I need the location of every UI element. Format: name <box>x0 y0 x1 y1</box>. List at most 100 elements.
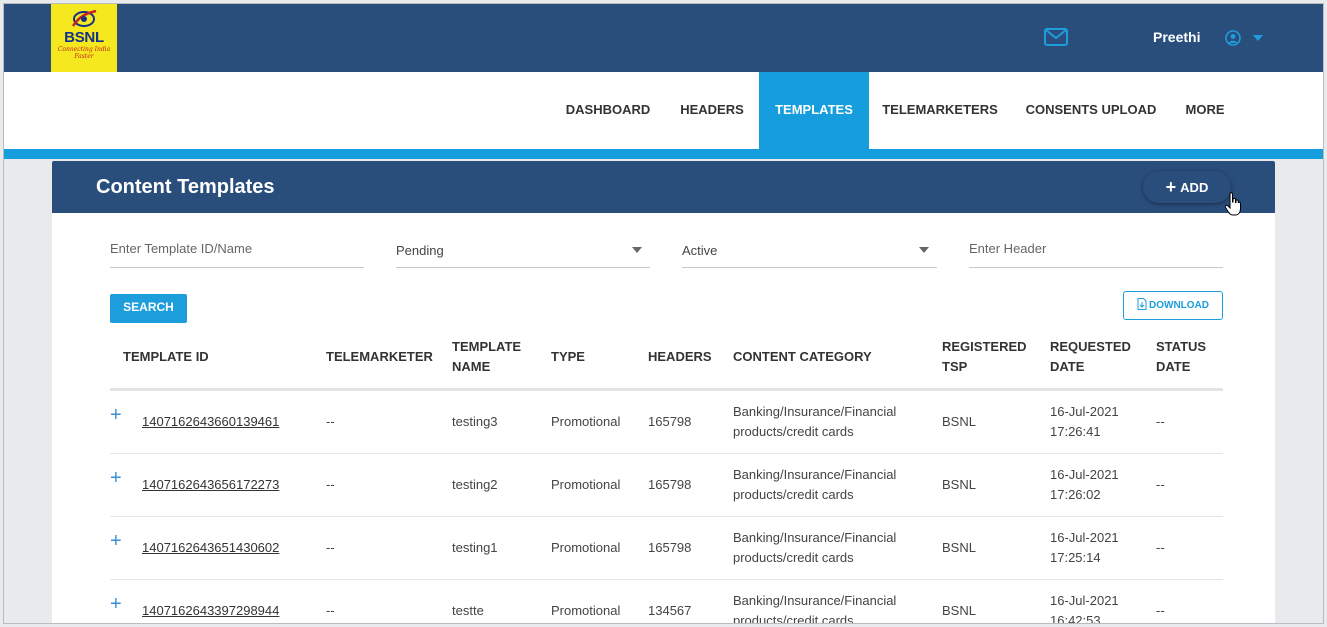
requested-time: 17:25:14 <box>1050 550 1101 565</box>
requested-date: 16-Jul-2021 <box>1050 404 1119 419</box>
cell-type: Promotional <box>551 414 621 429</box>
app-window: BSNL Connecting India Faster Preethi DAS… <box>3 3 1324 624</box>
requested-date: 16-Jul-2021 <box>1050 530 1119 545</box>
nav-headers[interactable]: HEADERS <box>672 72 752 149</box>
cell-telemarketer: -- <box>326 603 335 618</box>
expand-plus-icon[interactable]: + <box>110 531 122 551</box>
cell-template-name: testing2 <box>452 477 498 492</box>
user-circle-icon[interactable] <box>1225 30 1241 46</box>
search-button[interactable]: SEARCH <box>110 294 187 323</box>
cell-content-category: Banking/Insurance/Financial products/cred… <box>733 402 896 442</box>
category-line2: products/credit cards <box>733 550 854 565</box>
requested-date: 16-Jul-2021 <box>1050 467 1119 482</box>
col-header-line1: TYPE <box>551 349 585 364</box>
cell-telemarketer: -- <box>326 540 335 555</box>
requested-date: 16-Jul-2021 <box>1050 593 1119 608</box>
category-line1: Banking/Insurance/Financial <box>733 404 897 419</box>
requested-time: 17:26:41 <box>1050 424 1101 439</box>
nav-telemarketers[interactable]: TELEMARKETERS <box>882 72 998 149</box>
nav-more[interactable]: MORE <box>1177 72 1233 149</box>
top-bar: BSNL Connecting India Faster Preethi <box>4 4 1323 72</box>
status-select[interactable]: Pending <box>396 233 650 268</box>
expand-plus-icon[interactable]: + <box>110 594 122 614</box>
nav-templates[interactable]: TEMPLATES <box>759 72 869 149</box>
category-line2: products/credit cards <box>733 613 854 624</box>
category-line1: Banking/Insurance/Financial <box>733 530 897 545</box>
nav-accent-bar <box>4 149 1323 159</box>
cell-headers: 165798 <box>648 477 692 492</box>
logo-brand-name: BSNL <box>64 29 104 46</box>
state-select[interactable]: Active <box>682 233 937 268</box>
cell-status-date: -- <box>1156 414 1165 429</box>
col-header-line1: STATUS <box>1156 339 1207 354</box>
category-line1: Banking/Insurance/Financial <box>733 467 897 482</box>
col-telemarketer: TELEMARKETER <box>326 347 433 367</box>
cell-headers: 134567 <box>648 603 692 618</box>
template-id-link[interactable]: 1407162643397298944 <box>142 603 279 618</box>
cell-template-name: testte <box>452 603 484 618</box>
cell-requested-date: 16-Jul-2021 17:26:41 <box>1050 402 1119 442</box>
chevron-down-icon[interactable] <box>1253 35 1263 41</box>
plus-icon: + <box>1165 177 1177 197</box>
template-id-link[interactable]: 1407162643660139461 <box>142 414 279 429</box>
col-header-line1: CONTENT CATEGORY <box>733 349 872 364</box>
cell-telemarketer: -- <box>326 414 335 429</box>
table-row: + 1407162643660139461 -- testing3 Promot… <box>110 391 1223 454</box>
expand-plus-icon[interactable]: + <box>110 468 122 488</box>
add-button[interactable]: + ADD <box>1143 171 1231 203</box>
chevron-down-icon <box>919 247 929 253</box>
col-requested-date: REQUESTED DATE <box>1050 337 1131 377</box>
cell-template-name: testing1 <box>452 540 498 555</box>
cell-type: Promotional <box>551 603 621 618</box>
col-header-line1: REGISTERED <box>942 339 1027 354</box>
template-id-link[interactable]: 1407162643656172273 <box>142 477 279 492</box>
col-header-line2: NAME <box>452 359 491 374</box>
main-nav: DASHBOARD HEADERS TEMPLATES TELEMARKETER… <box>4 72 1323 149</box>
cell-content-category: Banking/Insurance/Financial products/cred… <box>733 528 896 568</box>
nav-consents-upload[interactable]: CONSENTS UPLOAD <box>1025 72 1157 149</box>
col-header-line1: TEMPLATE <box>452 339 522 354</box>
col-type: TYPE <box>551 347 585 367</box>
logo-tagline: Connecting India Faster <box>57 46 111 60</box>
col-header-line1: TELEMARKETER <box>326 349 433 364</box>
bsnl-logo[interactable]: BSNL Connecting India Faster <box>51 4 117 72</box>
cell-tsp: BSNL <box>942 540 976 555</box>
nav-dashboard[interactable]: DASHBOARD <box>560 72 656 149</box>
cell-requested-date: 16-Jul-2021 16:42:53 <box>1050 591 1119 623</box>
template-id-input[interactable] <box>110 233 364 263</box>
col-header-line1: REQUESTED <box>1050 339 1131 354</box>
category-line1: Banking/Insurance/Financial <box>733 593 897 608</box>
cell-tsp: BSNL <box>942 603 976 618</box>
expand-plus-icon[interactable]: + <box>110 405 122 425</box>
state-select-value: Active <box>682 243 718 258</box>
cell-headers: 165798 <box>648 540 692 555</box>
template-id-field[interactable] <box>110 233 364 268</box>
table-row: + 1407162643656172273 -- testing2 Promot… <box>110 454 1223 517</box>
col-template-id: TEMPLATE ID <box>123 347 209 367</box>
col-header-line1: TEMPLATE ID <box>123 349 209 364</box>
content-templates-card: Content Templates +ADD Pending Active SE… <box>52 161 1275 624</box>
cell-tsp: BSNL <box>942 414 976 429</box>
download-button[interactable]: DOWNLOAD <box>1123 291 1223 320</box>
header-input[interactable] <box>969 233 1223 263</box>
category-line2: products/credit cards <box>733 487 854 502</box>
col-header-line1: HEADERS <box>648 349 712 364</box>
logo-swirl-icon <box>71 9 97 27</box>
template-id-link[interactable]: 1407162643651430602 <box>142 540 279 555</box>
cell-content-category: Banking/Insurance/Financial products/cred… <box>733 465 896 505</box>
col-header-line2: DATE <box>1156 359 1191 374</box>
col-headers: HEADERS <box>648 347 712 367</box>
cell-headers: 165798 <box>648 414 692 429</box>
cell-type: Promotional <box>551 477 621 492</box>
envelope-icon[interactable] <box>1044 28 1068 46</box>
username[interactable]: Preethi <box>1153 29 1200 45</box>
col-status-date: STATUS DATE <box>1156 337 1206 377</box>
cell-status-date: -- <box>1156 540 1165 555</box>
page-title: Content Templates <box>96 176 275 198</box>
cell-requested-date: 16-Jul-2021 17:25:14 <box>1050 528 1119 568</box>
header-field[interactable] <box>969 233 1223 268</box>
status-select-value: Pending <box>396 243 444 258</box>
category-line2: products/credit cards <box>733 424 854 439</box>
col-header-line2: TSP <box>942 359 968 374</box>
col-registered-tsp: REGISTERED TSP <box>942 337 1027 377</box>
